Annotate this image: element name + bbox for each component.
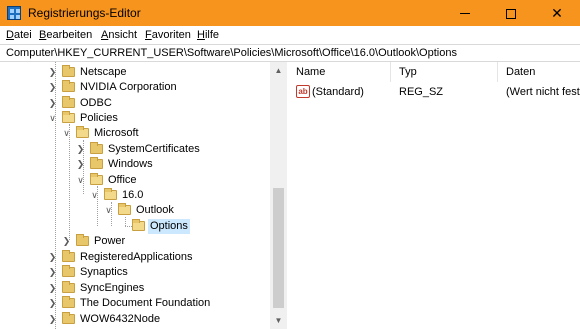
- tree-item-label: ODBC: [80, 97, 112, 109]
- tree-item-label: NVIDIA Corporation: [80, 81, 177, 93]
- chevron-right-icon[interactable]: ❯: [48, 281, 57, 296]
- address-bar[interactable]: Computer\HKEY_CURRENT_USER\Software\Poli…: [0, 44, 580, 62]
- menu-favoriten[interactable]: Favoriten: [145, 29, 191, 41]
- menu-hilfe-accel: H: [197, 29, 205, 41]
- folder-open-icon: [104, 188, 117, 200]
- menu-hilfe[interactable]: Hilfe: [197, 29, 219, 41]
- close-button[interactable]: ✕: [534, 0, 580, 26]
- menu-datei-label: atei: [13, 29, 32, 41]
- folder-open-icon: [90, 173, 103, 185]
- folder-icon: [62, 265, 75, 277]
- folder-icon: [62, 296, 75, 308]
- list-item[interactable]: ab (Standard) REG_SZ (Wert nicht fest: [288, 84, 580, 100]
- registry-tree[interactable]: ❯ Netscape ❯ NVIDIA Corporation ❯ ODBC ∨…: [0, 62, 287, 329]
- regedit-app-icon: [7, 6, 21, 20]
- folder-open-icon: [62, 111, 75, 123]
- chevron-right-icon[interactable]: ❯: [48, 96, 57, 111]
- chevron-down-icon[interactable]: ∨: [76, 173, 85, 188]
- minimize-button[interactable]: [442, 0, 488, 26]
- chevron-right-icon[interactable]: ❯: [48, 265, 57, 280]
- title-bar[interactable]: Registrierungs-Editor ✕: [0, 0, 580, 26]
- column-header-typ[interactable]: Typ: [391, 62, 498, 82]
- tree-item-label: Power: [94, 235, 126, 247]
- tree-item-label: WOW6432Node: [80, 313, 161, 325]
- folder-open-icon: [132, 219, 145, 231]
- scroll-up-arrow-icon[interactable]: ▲: [270, 62, 287, 79]
- scrollbar-thumb[interactable]: [273, 188, 284, 308]
- tree-item-label: Microsoft: [94, 127, 139, 139]
- folder-icon: [62, 80, 75, 92]
- folder-icon: [90, 157, 103, 169]
- column-header-name[interactable]: Name: [288, 62, 391, 82]
- address-path[interactable]: Computer\HKEY_CURRENT_USER\Software\Poli…: [6, 47, 457, 59]
- value-type: REG_SZ: [399, 86, 444, 98]
- chevron-right-icon[interactable]: ❯: [76, 142, 85, 157]
- chevron-right-icon[interactable]: ❯: [76, 157, 85, 172]
- chevron-right-icon[interactable]: ❯: [62, 234, 71, 249]
- tree-item-label: RegisteredApplications: [80, 251, 193, 263]
- folder-icon: [90, 142, 103, 154]
- menu-ansicht[interactable]: Ansicht: [101, 29, 137, 41]
- chevron-right-icon[interactable]: ❯: [48, 312, 57, 327]
- chevron-down-icon[interactable]: ∨: [48, 111, 57, 126]
- chevron-right-icon[interactable]: ❯: [48, 65, 57, 80]
- chevron-down-icon[interactable]: ∨: [62, 126, 71, 141]
- tree-item-label: 16.0: [122, 189, 144, 201]
- tree-item-label: Synaptics: [80, 266, 128, 278]
- tree-item-label: Policies: [80, 112, 118, 124]
- tree-item-label: Outlook: [136, 204, 174, 216]
- tree-item-label: Netscape: [80, 66, 127, 78]
- tree-item-label: Windows: [108, 158, 153, 170]
- chevron-right-icon[interactable]: ❯: [48, 250, 57, 265]
- tree-guide-line: [69, 124, 70, 240]
- value-data: (Wert nicht fest: [506, 86, 580, 98]
- folder-icon: [76, 234, 89, 246]
- tree-item-label: SystemCertificates: [108, 143, 200, 155]
- menu-datei[interactable]: Datei: [6, 29, 32, 41]
- menu-datei-accel: D: [6, 29, 14, 41]
- chevron-right-icon[interactable]: ❯: [48, 80, 57, 95]
- value-name: (Standard): [312, 86, 364, 98]
- column-header-daten[interactable]: Daten: [498, 62, 580, 82]
- menu-bearbeiten-label: earbeiten: [46, 29, 93, 41]
- menu-bearbeiten[interactable]: Bearbeiten: [39, 29, 92, 41]
- tree-item-label: SyncEngines: [80, 282, 145, 294]
- tree-item-label: The Document Foundation: [80, 297, 211, 309]
- folder-open-icon: [118, 203, 131, 215]
- string-value-icon: ab: [296, 85, 310, 98]
- tree-item-label: Options: [148, 219, 190, 234]
- menu-favoriten-accel: F: [145, 29, 152, 41]
- maximize-icon: [506, 8, 516, 19]
- close-icon: ✕: [551, 5, 563, 21]
- tree-item-label: Office: [108, 174, 137, 186]
- menu-bar: Datei Bearbeiten Ansicht Favoriten Hilfe: [0, 26, 580, 44]
- folder-open-icon: [76, 126, 89, 138]
- maximize-button[interactable]: [488, 0, 534, 26]
- scroll-down-arrow-icon[interactable]: ▼: [270, 312, 287, 329]
- folder-icon: [62, 65, 75, 77]
- menu-hilfe-label: ilfe: [204, 29, 220, 41]
- chevron-down-icon[interactable]: ∨: [90, 188, 99, 203]
- chevron-right-icon[interactable]: ❯: [48, 296, 57, 311]
- tree-guide-line: [125, 217, 126, 226]
- folder-icon: [62, 96, 75, 108]
- folder-icon: [62, 312, 75, 324]
- minimize-icon: [460, 13, 470, 15]
- tree-scrollbar[interactable]: ▲ ▼: [270, 62, 287, 329]
- values-list[interactable]: Name Typ Daten ab (Standard) REG_SZ (Wer…: [288, 62, 580, 329]
- chevron-down-icon[interactable]: ∨: [104, 203, 113, 218]
- folder-icon: [62, 250, 75, 262]
- menu-ansicht-label: nsicht: [108, 29, 138, 41]
- folder-icon: [62, 281, 75, 293]
- menu-favoriten-label: avoriten: [151, 29, 191, 41]
- window-title: Registrierungs-Editor: [28, 6, 141, 20]
